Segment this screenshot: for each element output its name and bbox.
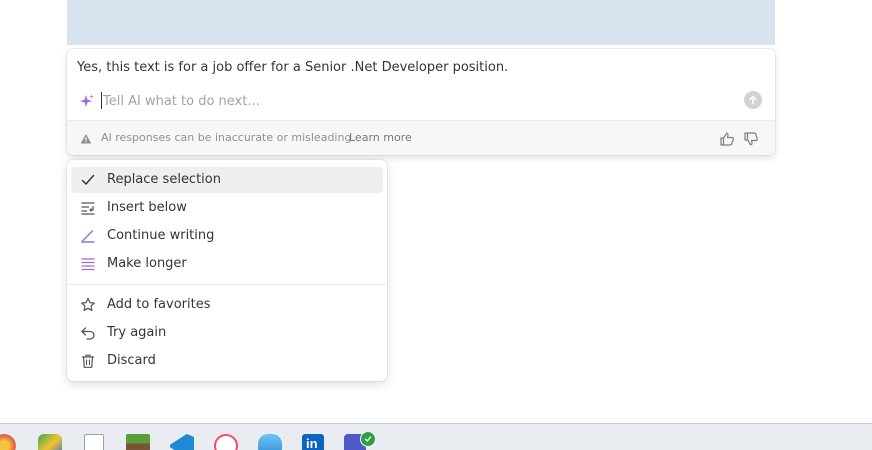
trash-icon bbox=[82, 354, 94, 368]
ai-prompt-input[interactable] bbox=[101, 90, 723, 112]
cloud-icon[interactable] bbox=[258, 434, 282, 450]
menu-item-discard[interactable]: Discard bbox=[71, 348, 383, 374]
browser-icon[interactable] bbox=[0, 434, 16, 450]
menu-divider bbox=[67, 284, 387, 285]
learn-more-link[interactable]: Learn more bbox=[349, 131, 412, 144]
selected-text-highlight bbox=[67, 0, 775, 45]
menu-item-label: Try again bbox=[107, 325, 167, 340]
vscode-icon[interactable] bbox=[170, 434, 194, 450]
menu-item-label: Discard bbox=[107, 353, 156, 368]
sparkle-icon bbox=[80, 94, 94, 107]
menu-item-label: Replace selection bbox=[107, 172, 221, 187]
menu-item-label: Continue writing bbox=[107, 228, 215, 243]
menu-item-try-again[interactable]: Try again bbox=[71, 320, 383, 346]
star-icon bbox=[81, 297, 95, 312]
ai-response-text: Yes, this text is for a job offer for a … bbox=[77, 60, 509, 75]
ai-panel: Yes, this text is for a job offer for a … bbox=[67, 49, 775, 155]
check-badge-icon bbox=[360, 431, 376, 447]
menu-item-label: Make longer bbox=[107, 256, 187, 271]
prompt-row bbox=[67, 87, 775, 119]
menu-item-label: Insert below bbox=[107, 200, 187, 215]
warning-icon bbox=[80, 134, 92, 144]
menu-item-label: Add to favorites bbox=[107, 297, 211, 312]
menu-item-insert-below[interactable]: Insert below bbox=[71, 195, 383, 221]
insert-below-icon bbox=[81, 202, 95, 215]
lines-icon bbox=[81, 258, 95, 271]
check-icon bbox=[81, 174, 95, 185]
send-button[interactable] bbox=[744, 91, 762, 109]
linkedin-icon[interactable]: in bbox=[302, 434, 324, 450]
arrow-up-icon bbox=[749, 95, 757, 105]
ai-disclaimer: AI responses can be inaccurate or mislea… bbox=[101, 131, 355, 144]
taskbar: in bbox=[0, 423, 872, 450]
paint-icon[interactable] bbox=[38, 434, 62, 450]
menu-item-make-longer[interactable]: Make longer bbox=[71, 251, 383, 277]
minecraft-icon[interactable] bbox=[126, 434, 150, 450]
file-icon[interactable] bbox=[84, 434, 104, 450]
pen-line-icon bbox=[81, 230, 95, 243]
ai-action-menu: Replace selection Insert below Continue … bbox=[67, 160, 387, 381]
thumb-down-icon[interactable] bbox=[743, 131, 759, 147]
ai-footer: AI responses can be inaccurate or mislea… bbox=[67, 120, 775, 155]
itunes-icon[interactable] bbox=[214, 434, 238, 450]
menu-item-add-to-favorites[interactable]: Add to favorites bbox=[71, 292, 383, 318]
menu-item-replace-selection[interactable]: Replace selection bbox=[71, 167, 383, 193]
menu-item-continue-writing[interactable]: Continue writing bbox=[71, 223, 383, 249]
thumb-up-icon[interactable] bbox=[719, 131, 735, 147]
undo-arrow-icon bbox=[81, 327, 95, 340]
